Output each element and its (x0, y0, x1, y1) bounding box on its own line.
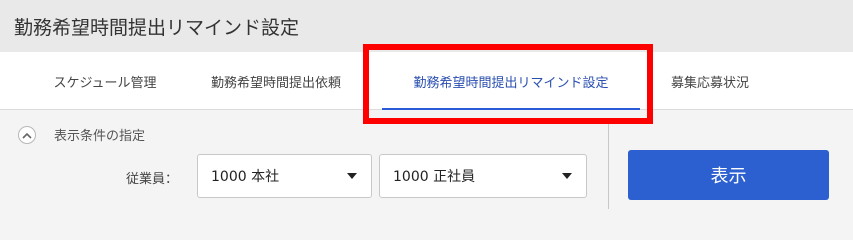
collapse-toggle[interactable] (18, 126, 36, 144)
filter-heading: 表示条件の指定 (54, 129, 146, 144)
tab-reminder-settings[interactable]: 勤務希望時間提出リマインド設定 (382, 52, 640, 110)
page-title: 勤務希望時間提出リマインド設定 (14, 16, 300, 39)
store-select-value: 1000 本社 (211, 169, 280, 185)
employment-type-select-value: 1000 正社員 (393, 169, 476, 185)
show-button[interactable]: 表示 (628, 150, 829, 200)
tab-label: 募集応募状況 (670, 75, 749, 91)
tab-request-submission[interactable]: 勤務希望時間提出依頼 (188, 52, 364, 110)
store-select[interactable]: 1000 本社 (197, 154, 372, 198)
employee-label: 従業員： (126, 172, 179, 187)
show-button-label: 表示 (710, 166, 747, 187)
tab-label: 勤務希望時間提出リマインド設定 (413, 75, 609, 91)
tab-label: スケジュール管理 (53, 75, 157, 91)
divider (608, 119, 609, 209)
caret-down-icon (562, 173, 572, 179)
tab-schedule-management[interactable]: スケジュール管理 (36, 52, 174, 110)
chevron-up-icon (22, 132, 32, 139)
tab-bar: スケジュール管理 勤務希望時間提出依頼 勤務希望時間提出リマインド設定 募集応募… (0, 52, 853, 110)
page-title-bar: 勤務希望時間提出リマインド設定 (0, 0, 853, 52)
tab-label: 勤務希望時間提出依頼 (210, 75, 341, 91)
filter-panel: 表示条件の指定 従業員： 1000 本社 1000 正社員 表示 (0, 111, 853, 209)
employment-type-select[interactable]: 1000 正社員 (379, 154, 587, 198)
tab-recruitment-status[interactable]: 募集応募状況 (650, 52, 770, 110)
caret-down-icon (347, 173, 357, 179)
